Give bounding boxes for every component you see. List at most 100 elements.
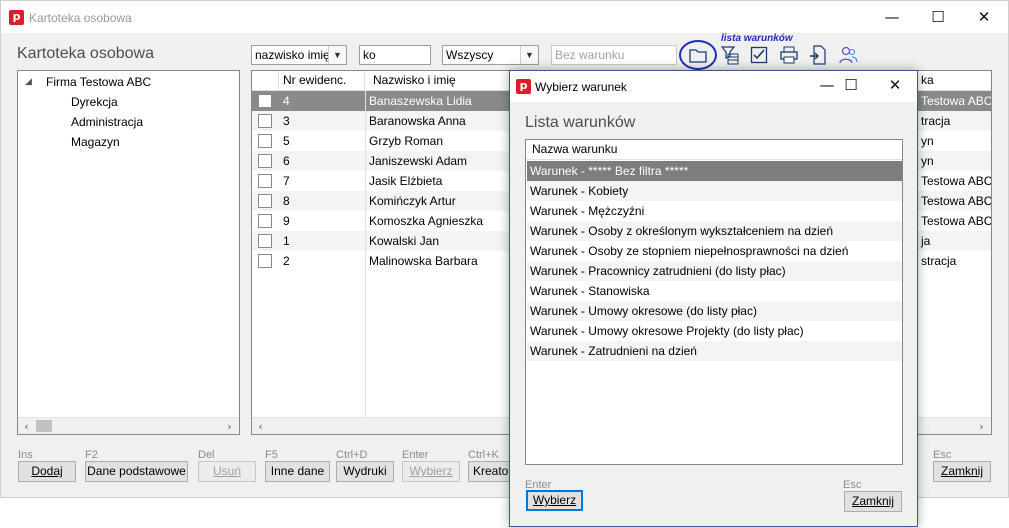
tree-root-item[interactable]: Firma Testowa ABC	[46, 75, 151, 89]
close-button-label: Zamknij	[940, 464, 983, 478]
column-divider	[365, 91, 366, 417]
filter-list-icon[interactable]	[719, 44, 741, 66]
dialog-title: Wybierz warunek	[535, 80, 627, 94]
hint-dialog-close: Esc	[843, 479, 862, 491]
list-item[interactable]: Warunek - Pracownicy zatrudnieni (do lis…	[527, 261, 902, 281]
maximize-button[interactable]: ☐	[915, 1, 961, 32]
delete-button-label: Usuń	[212, 464, 241, 478]
chevron-down-icon[interactable]: ▼	[328, 46, 346, 64]
cell-unit: ja	[921, 234, 931, 248]
chevron-down-icon[interactable]: ▼	[520, 46, 538, 64]
dialog-close-action-button[interactable]: Zamknij	[844, 491, 902, 512]
cell-nr: 2	[283, 254, 290, 268]
select-button-label: Wybierz	[409, 464, 453, 478]
title-bar: p Kartoteka osobowa — ☐ ✕	[1, 1, 1008, 33]
cell-nr: 6	[283, 154, 290, 168]
list-item[interactable]: Warunek - Kobiety	[527, 181, 902, 201]
prints-button[interactable]: Wydruki	[336, 461, 394, 482]
row-checkbox[interactable]	[258, 114, 272, 128]
row-checkbox[interactable]	[258, 154, 272, 168]
dialog-maximize-button[interactable]: ☐	[828, 71, 874, 99]
select-button: Wybierz	[402, 461, 460, 482]
cell-unit: Testowa ABC	[921, 94, 991, 108]
dialog-select-button[interactable]: Wybierz	[526, 490, 583, 511]
search-input[interactable]: ko	[359, 45, 431, 65]
select-condition-dialog: p Wybierz warunek — ☐ ✕ Lista warunków N…	[509, 70, 918, 527]
hint-delete: Del	[198, 449, 215, 461]
row-checkbox[interactable]	[258, 194, 272, 208]
scroll-thumb[interactable]	[36, 420, 52, 432]
annotation-label: lista warunków	[721, 33, 793, 44]
window-title: Kartoteka osobowa	[29, 11, 132, 25]
hint-other-data: F5	[265, 449, 278, 461]
add-button[interactable]: Dodaj	[18, 461, 76, 482]
row-checkbox[interactable]	[258, 254, 272, 268]
list-item[interactable]: Warunek - Zatrudnieni na dzień	[527, 341, 902, 361]
cell-nr: 3	[283, 114, 290, 128]
row-checkbox[interactable]	[258, 234, 272, 248]
dialog-heading: Lista warunków	[525, 114, 636, 131]
list-item[interactable]: Warunek - Mężczyźni	[527, 201, 902, 221]
cell-unit: yn	[921, 134, 934, 148]
sort-combo-value: nazwisko imię	[255, 48, 330, 62]
hint-prints: Ctrl+D	[336, 449, 368, 461]
dialog-close-button[interactable]: ✕	[872, 71, 918, 99]
sort-combo[interactable]: nazwisko imię ▼	[251, 45, 347, 65]
basic-data-button[interactable]: Dane podstawowe	[85, 461, 188, 482]
column-header-nr[interactable]: Nr ewidenc.	[279, 71, 365, 91]
cell-unit: stracja	[921, 254, 957, 268]
scroll-left-icon[interactable]: ‹	[18, 418, 35, 434]
page-title: Kartoteka osobowa	[17, 45, 154, 62]
condition-field: Bez warunku	[551, 45, 677, 65]
list-item[interactable]: Warunek - Osoby ze stopniem niepełnospra…	[527, 241, 902, 261]
row-checkbox[interactable]	[258, 214, 272, 228]
filter-combo-value: Wszyscy	[446, 48, 494, 62]
app-logo-icon: p	[9, 10, 24, 25]
scroll-right-icon[interactable]: ›	[221, 418, 238, 434]
list-item[interactable]: Warunek - Osoby z określonym wykształcen…	[527, 221, 902, 241]
filter-combo[interactable]: Wszyscy ▼	[442, 45, 539, 65]
cell-nr: 7	[283, 174, 290, 188]
scroll-right-icon[interactable]: ›	[973, 418, 990, 434]
people-icon[interactable]	[837, 44, 859, 66]
tree-item-magazyn[interactable]: Magazyn	[71, 135, 120, 149]
checkbox-icon[interactable]	[748, 44, 770, 66]
row-checkbox[interactable]	[258, 174, 272, 188]
cell-unit: tracja	[921, 114, 951, 128]
tree-horizontal-scrollbar[interactable]: ‹ ›	[18, 417, 239, 434]
tree-collapse-icon[interactable]: ◢	[25, 76, 32, 87]
hint-creator: Ctrl+K	[468, 449, 499, 461]
hint-add: Ins	[18, 449, 33, 461]
cell-unit: Testowa ABC	[921, 194, 991, 208]
close-button[interactable]: Zamknij	[933, 461, 991, 482]
cell-unit: yn	[921, 154, 934, 168]
list-item[interactable]: Warunek - Umowy okresowe Projekty (do li…	[527, 321, 902, 341]
other-data-button[interactable]: Inne dane	[265, 461, 330, 482]
cell-nr: 5	[283, 134, 290, 148]
list-item[interactable]: Warunek - Umowy okresowe (do listy płac)	[527, 301, 902, 321]
minimize-button[interactable]: —	[869, 1, 915, 32]
list-item[interactable]: Warunek - Stanowiska	[527, 281, 902, 301]
dialog-title-bar: p Wybierz warunek — ☐ ✕	[510, 71, 917, 102]
row-checkbox[interactable]	[258, 134, 272, 148]
dialog-close-label: Zamknij	[851, 494, 894, 508]
folder-icon[interactable]	[687, 44, 709, 66]
close-window-button[interactable]: ✕	[961, 1, 1007, 32]
app-logo-icon: p	[516, 79, 531, 94]
row-checkbox[interactable]	[258, 94, 272, 108]
tree-item-administracja[interactable]: Administracja	[71, 115, 143, 129]
cell-nr: 8	[283, 194, 290, 208]
condition-list-header[interactable]: Nazwa warunku	[526, 140, 902, 160]
column-header-unit[interactable]: ka	[919, 71, 991, 91]
cell-nr: 1	[283, 234, 290, 248]
list-item[interactable]: Warunek - ***** Bez filtra *****	[527, 161, 902, 181]
hint-select: Enter	[402, 449, 429, 461]
scroll-left-icon[interactable]: ‹	[252, 418, 269, 434]
tree-item-dyrekcja[interactable]: Dyrekcja	[71, 95, 118, 109]
printer-icon[interactable]	[778, 44, 800, 66]
organization-tree: ◢ Firma Testowa ABC Dyrekcja Administrac…	[17, 70, 240, 435]
dialog-select-label: Wybierz	[532, 493, 577, 507]
hint-close: Esc	[933, 449, 952, 461]
export-icon[interactable]	[807, 44, 829, 66]
cell-nr: 4	[283, 94, 290, 108]
